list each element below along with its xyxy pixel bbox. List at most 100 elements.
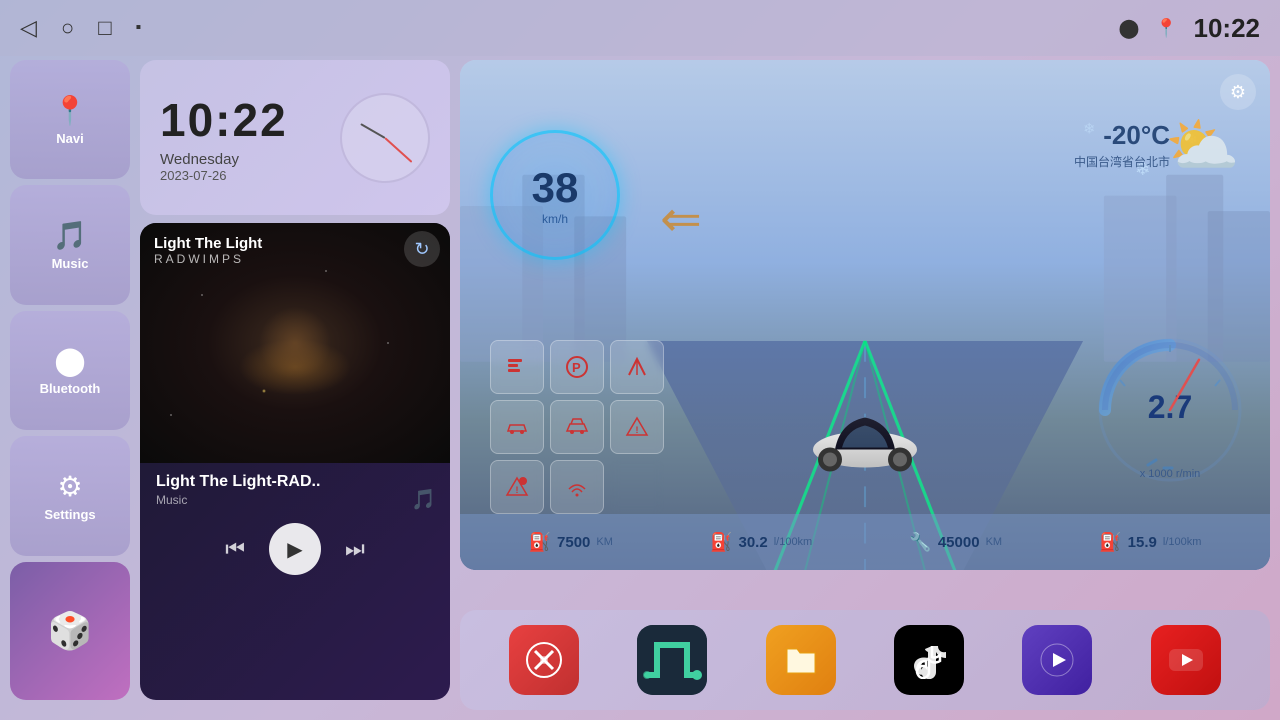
temperature: -20°C (1074, 120, 1170, 151)
music-info: Light The Light-RAD.. Music (140, 463, 450, 511)
app-snake[interactable] (637, 625, 707, 695)
stat-unit-2: l/100km (774, 536, 813, 548)
stat-icon-2: ⛽ (710, 532, 732, 553)
grid-btn-wifi[interactable] (550, 460, 604, 514)
rpm-svg: 2.7 (1090, 330, 1250, 490)
speed-value: 38 (532, 164, 579, 212)
rpm-gauge: 2.7 x 1000 r/min (1090, 330, 1250, 490)
grid-btn-lights[interactable] (490, 340, 544, 394)
music-title-overlay: Light The Light RADWIMPS (154, 235, 262, 266)
status-area: ⬤ 📍 10:22 (1119, 13, 1260, 44)
music-logo: ↻ (404, 231, 440, 267)
sidebar-item-bluetooth[interactable]: ⬤ Bluetooth (10, 311, 130, 430)
sidebar-item-settings[interactable]: ⚙ Settings (10, 436, 130, 555)
clock-hour-hand (360, 123, 385, 139)
grid-btn-park[interactable]: P (550, 340, 604, 394)
stat-range: ⛽ 7500 KM (529, 532, 613, 553)
clock-display: 10:22 (1194, 13, 1261, 44)
stat-icon-1: ⛽ (529, 532, 551, 553)
svg-text:!: ! (516, 485, 519, 495)
app-bar (460, 610, 1270, 710)
clock-widget: 10:22 Wednesday 2023-07-26 (140, 60, 450, 215)
stat-unit-1: KM (596, 536, 613, 548)
stat-icon-3: 🔧 (909, 532, 931, 553)
sidebar-label-music: Music (52, 256, 89, 271)
control-grid: P ! ! (490, 340, 664, 514)
weather-cloud-icon: ⛅ (1165, 110, 1240, 181)
bluetooth-status-icon: ⬤ (1119, 18, 1139, 39)
main-display: ❄ ❄ ❄ (460, 60, 1270, 570)
bluetooth-icon: ⬤ (54, 344, 85, 377)
grid-btn-car1[interactable] (490, 400, 544, 454)
screenshot-button[interactable]: ▪ (136, 19, 142, 37)
app-tiktok[interactable] (894, 625, 964, 695)
weather-location: 中国台湾省台北市 (1074, 153, 1170, 170)
stat-unit-3: KM (986, 536, 1003, 548)
prev-button[interactable]: ⏮ (225, 536, 245, 562)
middle-panel: 10:22 Wednesday 2023-07-26 Light The Lig… (140, 60, 450, 700)
road-scene: ❄ ❄ ❄ (460, 60, 1270, 570)
stat-value-4: 15.9 (1128, 534, 1157, 551)
grid-btn-road[interactable] (610, 340, 664, 394)
sidebar-label-bluetooth: Bluetooth (40, 381, 101, 396)
back-button[interactable]: ◁ (20, 15, 37, 41)
clock-text: 10:22 Wednesday 2023-07-26 (160, 93, 288, 183)
sidebar: 📍 Navi 🎵 Music ⬤ Bluetooth ⚙ Settings 🎲 (10, 60, 130, 700)
app3d-icon: 🎲 (48, 610, 93, 652)
music-widget: Light The Light RADWIMPS ↻ 🎵 Light The L… (140, 223, 450, 700)
stat-unit-4: l/100km (1163, 536, 1202, 548)
stat-service: 🔧 45000 KM (909, 532, 1002, 553)
sidebar-label-navi: Navi (56, 131, 83, 146)
svg-text:!: ! (636, 425, 639, 435)
music-note-icon: 🎵 (411, 487, 436, 512)
sidebar-label-settings: Settings (44, 507, 95, 522)
home-button[interactable]: ○ (61, 15, 74, 41)
stat-value-2: 30.2 (739, 534, 768, 551)
stat-consumption1: ⛽ 30.2 l/100km (710, 532, 812, 553)
music-art: Light The Light RADWIMPS ↻ (140, 223, 450, 463)
sidebar-item-app3d[interactable]: 🎲 (10, 562, 130, 700)
speed-circle: 38 km/h (490, 130, 620, 260)
music-controls: ⏮ ▶ ⏭ (140, 511, 450, 591)
song-title: Light The Light-RAD.. (156, 473, 434, 491)
song-type: Music (156, 493, 434, 507)
speed-unit: km/h (542, 212, 568, 226)
grid-btn-warn1[interactable]: ! (610, 400, 664, 454)
clock-date: 2023-07-26 (160, 168, 288, 183)
stats-bar: ⛽ 7500 KM ⛽ 30.2 l/100km 🔧 45000 KM ⛽ 15… (460, 514, 1270, 570)
clock-minute-hand (384, 137, 412, 163)
svg-text:P: P (572, 360, 581, 375)
sidebar-item-music[interactable]: 🎵 Music (10, 185, 130, 304)
track-name: Light The Light (154, 235, 262, 252)
app-files[interactable] (766, 625, 836, 695)
app-youtube[interactable] (1151, 625, 1221, 695)
stat-consumption2: ⛽ 15.9 l/100km (1099, 532, 1201, 553)
stat-value-1: 7500 (557, 534, 590, 551)
clock-face (340, 93, 430, 183)
location-icon: 📍 (1155, 18, 1177, 39)
nav-controls: ◁ ○ □ ▪ (20, 15, 141, 41)
top-bar: ◁ ○ □ ▪ ⬤ 📍 10:22 (0, 0, 1280, 56)
rpm-unit: x 1000 r/min (1090, 468, 1250, 480)
sidebar-item-navi[interactable]: 📍 Navi (10, 60, 130, 179)
svg-text:2.7: 2.7 (1148, 389, 1192, 425)
stat-value-3: 45000 (938, 534, 980, 551)
clock-time: 10:22 (160, 93, 288, 147)
play-button[interactable]: ▶ (269, 523, 321, 575)
next-button[interactable]: ⏭ (345, 536, 365, 562)
app-player[interactable] (1022, 625, 1092, 695)
turn-arrow: ⇐ (660, 190, 702, 248)
grid-btn-warn2[interactable]: ! (490, 460, 544, 514)
grid-btn-empty (610, 460, 664, 514)
car-svg (805, 395, 925, 475)
music-icon: 🎵 (53, 219, 88, 252)
recents-button[interactable]: □ (98, 15, 111, 41)
display-settings-button[interactable]: ⚙ (1220, 74, 1256, 110)
app-tools[interactable] (509, 625, 579, 695)
weather-info: -20°C 中国台湾省台北市 (1074, 120, 1170, 170)
artist-name: RADWIMPS (154, 252, 262, 266)
speed-gauge: 38 km/h (490, 130, 620, 260)
settings-icon: ⚙ (57, 470, 82, 503)
stat-icon-4: ⛽ (1099, 532, 1121, 553)
grid-btn-car2[interactable] (550, 400, 604, 454)
